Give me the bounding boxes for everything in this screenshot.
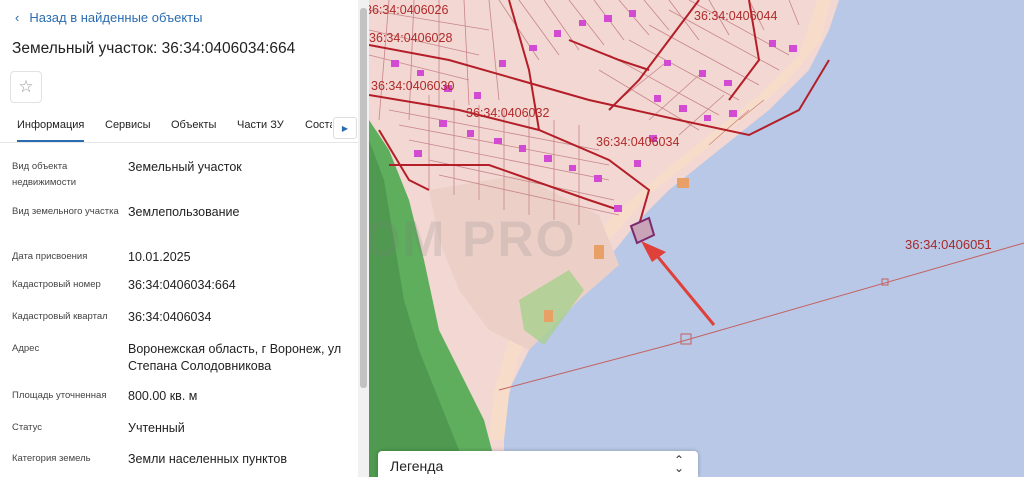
- back-link[interactable]: ‹ Назад в найденные объекты: [15, 10, 202, 25]
- cadastral-map[interactable]: 36:34:0406026 36:34:0406028 36:34:040603…: [369, 0, 1024, 477]
- field-value: 800.00 кв. м: [128, 389, 198, 403]
- chevron-updown-icon: ⌃ ⌄: [673, 453, 684, 475]
- tab-services[interactable]: Сервисы: [105, 119, 151, 131]
- info-panel: ‹ Назад в найденные объекты Земельный уча…: [0, 0, 358, 477]
- field-value: Земли населенных пунктов: [128, 452, 287, 466]
- field-value: Земельный участок: [128, 160, 242, 174]
- arrow-right-icon: ▶: [341, 123, 349, 133]
- field-label: Категория земель: [12, 453, 91, 464]
- field-label: Вид земельного участка: [12, 206, 119, 217]
- panel-scrollbar[interactable]: [358, 0, 369, 477]
- tab-info[interactable]: Информация: [17, 119, 85, 142]
- scrollbar-thumb[interactable]: [360, 8, 367, 388]
- quarter-label: 36:34:0406032: [466, 106, 549, 120]
- star-icon: ☆: [18, 77, 34, 96]
- field-label: Кадастровый квартал: [12, 311, 108, 322]
- field-value: 36:34:0406034:664: [128, 278, 236, 292]
- tab-composition[interactable]: Соста: [305, 119, 332, 131]
- legend-dropdown[interactable]: Легенда ⌃ ⌄: [378, 451, 698, 477]
- field-label: Вид объекта недвижимости: [12, 161, 77, 188]
- field-label: Дата присвоения: [12, 251, 88, 262]
- page-title: Земельный участок: 36:34:0406034:664: [12, 40, 296, 57]
- tab-objects[interactable]: Объекты: [171, 119, 216, 131]
- tab-bar: Информация Сервисы Объекты Части ЗУ Сост…: [0, 112, 358, 143]
- quarter-label: 36:34:0406026: [369, 3, 448, 17]
- field-value: 10.01.2025: [128, 250, 191, 264]
- legend-label: Легенда: [390, 458, 444, 474]
- tab-scroll-button[interactable]: ▶: [333, 117, 357, 139]
- tab-parts[interactable]: Части ЗУ: [237, 119, 284, 131]
- quarter-label: 36:34:0406030: [371, 79, 454, 93]
- field-value: Учтенный: [128, 421, 185, 435]
- quarter-label: 36:34:0406028: [369, 31, 452, 45]
- quarter-label: 36:34:0406034: [596, 135, 679, 149]
- watermark: ЮМ PRO: [369, 211, 577, 267]
- favorite-button[interactable]: ☆: [10, 71, 42, 103]
- field-label: Адрес: [12, 343, 40, 354]
- field-label: Кадастровый номер: [12, 279, 101, 290]
- chevron-left-icon: ‹: [15, 10, 20, 25]
- quarter-label: 36:34:0406051: [905, 237, 992, 252]
- field-value: Землепользование: [128, 205, 240, 219]
- field-value: Воронежская область, г Воронеж, ул Степа…: [128, 342, 342, 373]
- field-label: Статус: [12, 422, 43, 433]
- quarter-label: 36:34:0406044: [694, 9, 777, 23]
- field-value: 36:34:0406034: [128, 310, 212, 324]
- field-label: Площадь уточненная: [12, 390, 107, 401]
